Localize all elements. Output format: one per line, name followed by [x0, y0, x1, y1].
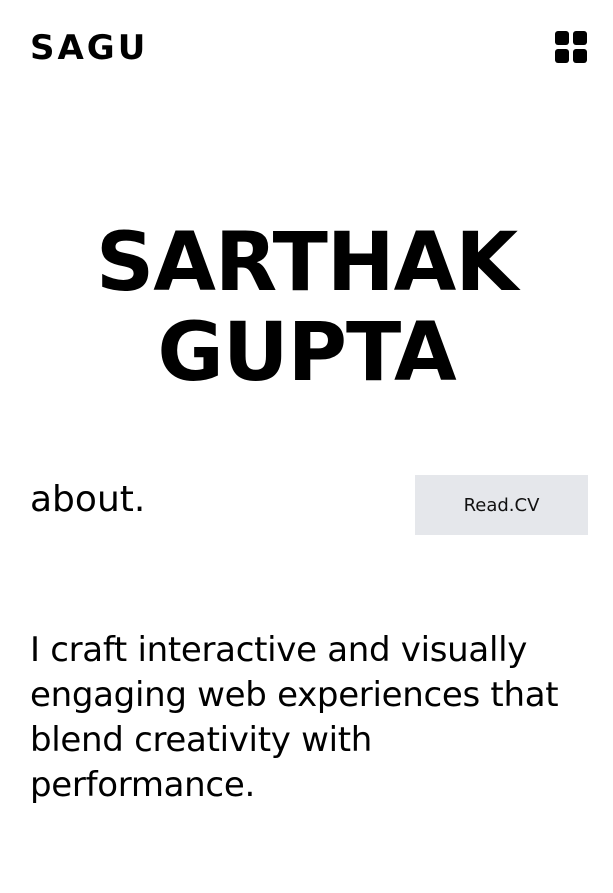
site-logo[interactable]: SAGU	[30, 28, 148, 68]
menu-button[interactable]	[555, 31, 587, 63]
hero-name: SARTHAK GUPTA	[0, 218, 613, 398]
about-description: I craft interactive and visually engagin…	[30, 630, 559, 805]
grid-menu-icon	[555, 31, 587, 63]
hero-first-name: SARTHAK	[95, 216, 518, 310]
hero-last-name: GUPTA	[157, 306, 456, 400]
portfolio-page: SAGU SARTHAK GUPTA about. Read.CV I craf…	[0, 0, 613, 893]
read-cv-button[interactable]: Read.CV	[415, 475, 588, 535]
about-heading: about.	[30, 479, 146, 520]
